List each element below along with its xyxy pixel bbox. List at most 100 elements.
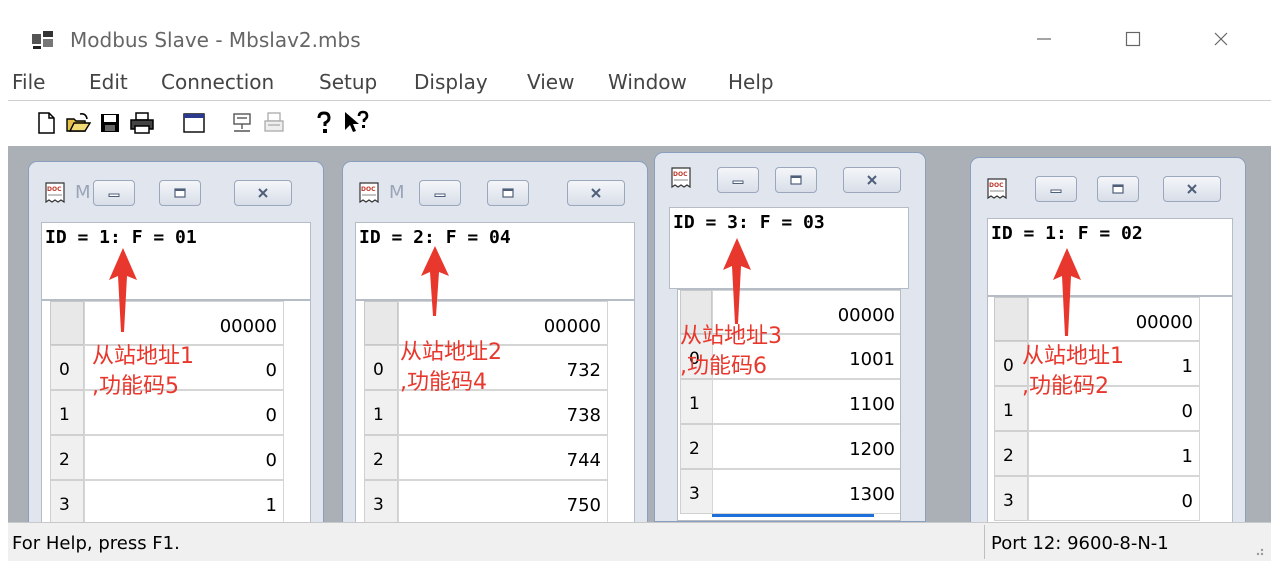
menu-display[interactable]: Display (414, 70, 488, 94)
minimize-button[interactable] (1021, 22, 1067, 56)
resize-grip-icon[interactable] (1251, 543, 1265, 557)
row-header: 0 (364, 345, 398, 390)
window-icon (183, 113, 205, 133)
open-button[interactable] (64, 109, 92, 137)
menu-help[interactable]: Help (728, 70, 774, 94)
document-icon: DOC (987, 178, 1007, 200)
slave-definition-header: ID = 3: F = 03 (669, 207, 909, 289)
child-caption[interactable]: DOC M (343, 162, 647, 220)
menu-file[interactable]: File (12, 70, 45, 94)
maximize-button[interactable] (1110, 22, 1156, 56)
table-corner (364, 301, 398, 345)
status-help-text: For Help, press F1. (12, 533, 180, 554)
document-icon: DOC (671, 167, 691, 189)
slave-window-4[interactable]: DOC ID = 1: F = 02 00000 0 1 1 0 2 1 3 0 (970, 157, 1246, 522)
register-table[interactable]: 00000 0 1 1 0 2 1 3 0 (987, 296, 1233, 522)
close-button[interactable] (1198, 22, 1244, 56)
annotation-line: 从站地址2 (400, 340, 502, 365)
child-close-button[interactable] (843, 167, 901, 193)
menu-window[interactable]: Window (608, 70, 687, 94)
close-icon (1214, 32, 1228, 46)
row-header: 1 (680, 379, 714, 424)
row-header: 3 (680, 469, 714, 514)
child-caption[interactable]: DOC (971, 158, 1245, 216)
menu-setup[interactable]: Setup (319, 70, 377, 94)
window-button[interactable] (180, 109, 208, 137)
new-button[interactable] (32, 109, 60, 137)
register-cell[interactable]: 744 (398, 435, 608, 480)
restore-icon (502, 188, 514, 198)
new-icon (38, 112, 55, 134)
save-button[interactable] (96, 109, 124, 137)
annotation-line: 从站地址1 (1022, 344, 1124, 369)
row-header: 3 (994, 476, 1028, 521)
mdi-client-area: DOC M ID = 1: F = 01 00000 0 0 1 0 2 0 3… (8, 146, 1271, 522)
register-table[interactable]: 00000 0 0 1 0 2 0 3 1 (41, 300, 311, 522)
row-header: 0 (50, 345, 84, 390)
child-restore-button[interactable] (159, 180, 201, 206)
child-caption[interactable]: DOC M (29, 162, 323, 220)
arrow-up-icon (109, 248, 137, 332)
status-bar: For Help, press F1. Port 12: 9600-8-N-1 (8, 522, 1271, 561)
minimize-icon (1050, 189, 1062, 193)
minimize-icon (732, 180, 744, 184)
menu-bar: File Edit Connection Setup Display View … (8, 66, 1271, 100)
connect-button[interactable] (228, 109, 256, 137)
annotation-slave-4: 从站地址1 ,功能码2 (1022, 342, 1124, 402)
table-corner (994, 297, 1028, 341)
about-button[interactable] (310, 109, 338, 137)
save-icon (101, 114, 119, 132)
status-port-text: Port 12: 9600-8-N-1 (991, 533, 1169, 554)
child-minimize-button[interactable] (419, 180, 461, 206)
arrow-up-icon (1053, 248, 1081, 336)
child-title: M (389, 182, 405, 203)
minimize-icon (1037, 38, 1051, 40)
disconnect-button[interactable] (260, 109, 288, 137)
svg-text:DOC: DOC (361, 186, 376, 193)
close-icon (867, 175, 877, 185)
disconnect-icon (264, 112, 284, 132)
print-button[interactable] (128, 109, 156, 137)
register-table[interactable]: 00000 0 732 1 738 2 744 3 750 (355, 300, 635, 522)
register-cell[interactable]: 1100 (712, 379, 900, 424)
restore-icon (790, 175, 802, 185)
register-cell[interactable]: 1 (84, 480, 284, 522)
register-cell[interactable]: 1300 (712, 469, 900, 514)
app-icon (32, 31, 53, 49)
restore-icon (174, 188, 186, 198)
close-icon (258, 188, 268, 198)
slave-id-function: ID = 1: F = 01 (45, 227, 197, 248)
about-icon (317, 111, 331, 133)
child-minimize-button[interactable] (717, 167, 759, 193)
child-restore-button[interactable] (487, 180, 529, 206)
menu-edit[interactable]: Edit (89, 70, 128, 94)
child-close-button[interactable] (567, 180, 625, 206)
document-icon: DOC (359, 182, 379, 204)
child-restore-button[interactable] (775, 167, 817, 193)
register-cell[interactable]: 0 (84, 435, 284, 480)
child-close-button[interactable] (1163, 176, 1221, 202)
minimize-icon (108, 193, 120, 197)
child-close-button[interactable] (234, 180, 292, 206)
annotation-line: ,功能码6 (680, 354, 767, 379)
slave-id-function: ID = 3: F = 03 (673, 212, 825, 233)
child-caption[interactable]: DOC (655, 153, 925, 205)
register-cell[interactable]: 0 (1028, 476, 1200, 521)
context-help-button[interactable] (342, 109, 370, 137)
toolbar (8, 100, 1271, 146)
menu-connection[interactable]: Connection (161, 70, 274, 94)
restore-icon (1112, 184, 1124, 194)
register-cell[interactable]: 1200 (712, 424, 900, 469)
child-minimize-button[interactable] (93, 180, 135, 206)
context-help-icon (345, 110, 369, 132)
document-icon: DOC (45, 182, 65, 204)
annotation-slave-2: 从站地址2 ,功能码4 (400, 338, 502, 398)
toolbar-separator (298, 109, 299, 139)
child-minimize-button[interactable] (1035, 176, 1077, 202)
register-cell[interactable]: 750 (398, 480, 608, 522)
minimize-icon (434, 193, 446, 197)
table-corner (50, 301, 84, 345)
menu-view[interactable]: View (527, 70, 574, 94)
register-cell[interactable]: 1 (1028, 431, 1200, 476)
child-restore-button[interactable] (1097, 176, 1139, 202)
